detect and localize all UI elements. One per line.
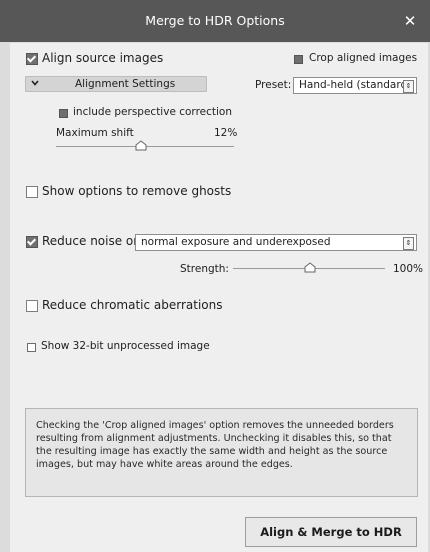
show-ghost-options-checkbox[interactable] bbox=[26, 186, 38, 198]
alignment-settings-label[interactable]: Alignment Settings bbox=[75, 78, 175, 90]
reduce-noise-checkbox[interactable] bbox=[26, 236, 38, 248]
updown-arrow-icon: ⇕ bbox=[403, 80, 414, 93]
reduce-chromatic-checkbox[interactable] bbox=[26, 300, 38, 312]
maximum-shift-label: Maximum shift bbox=[56, 127, 134, 139]
reduce-noise-label[interactable]: Reduce noise on bbox=[42, 234, 141, 248]
slider-thumb-icon[interactable] bbox=[135, 140, 147, 151]
perspective-correction-checkbox[interactable] bbox=[59, 109, 68, 118]
title-bar: Merge to HDR Options ✕ bbox=[0, 0, 430, 42]
align-source-images-label[interactable]: Align source images bbox=[42, 51, 163, 65]
chevron-down-icon[interactable] bbox=[30, 78, 40, 92]
align-source-images-checkbox[interactable] bbox=[26, 53, 38, 65]
preset-label: Preset: bbox=[255, 79, 292, 91]
reduce-noise-select[interactable]: normal exposure and underexposed ⇕ bbox=[135, 234, 417, 251]
slider-thumb-icon[interactable] bbox=[304, 262, 316, 273]
align-merge-hdr-button[interactable]: Align & Merge to HDR bbox=[245, 517, 417, 547]
preset-select[interactable]: Hand-held (standard) ⇕ bbox=[293, 77, 417, 94]
window-title: Merge to HDR Options bbox=[145, 13, 285, 28]
reduce-noise-select-value: normal exposure and underexposed bbox=[141, 236, 331, 248]
reduce-chromatic-label[interactable]: Reduce chromatic aberrations bbox=[42, 298, 223, 312]
crop-aligned-images-checkbox[interactable] bbox=[294, 55, 303, 64]
info-text-box: Checking the 'Crop aligned images' optio… bbox=[25, 408, 418, 497]
show-32bit-checkbox[interactable] bbox=[27, 343, 36, 352]
perspective-correction-label[interactable]: include perspective correction bbox=[73, 106, 232, 118]
show-ghost-options-label[interactable]: Show options to remove ghosts bbox=[42, 184, 231, 198]
strength-label: Strength: bbox=[180, 263, 229, 275]
updown-arrow-icon: ⇕ bbox=[403, 237, 414, 250]
maximum-shift-value: 12% bbox=[214, 127, 238, 139]
preset-select-value: Hand-held (standard) bbox=[299, 79, 412, 91]
strength-value: 100% bbox=[393, 263, 424, 275]
close-icon[interactable]: ✕ bbox=[400, 11, 420, 31]
show-32bit-label[interactable]: Show 32-bit unprocessed image bbox=[41, 340, 210, 352]
crop-aligned-images-label[interactable]: Crop aligned images bbox=[309, 52, 417, 64]
